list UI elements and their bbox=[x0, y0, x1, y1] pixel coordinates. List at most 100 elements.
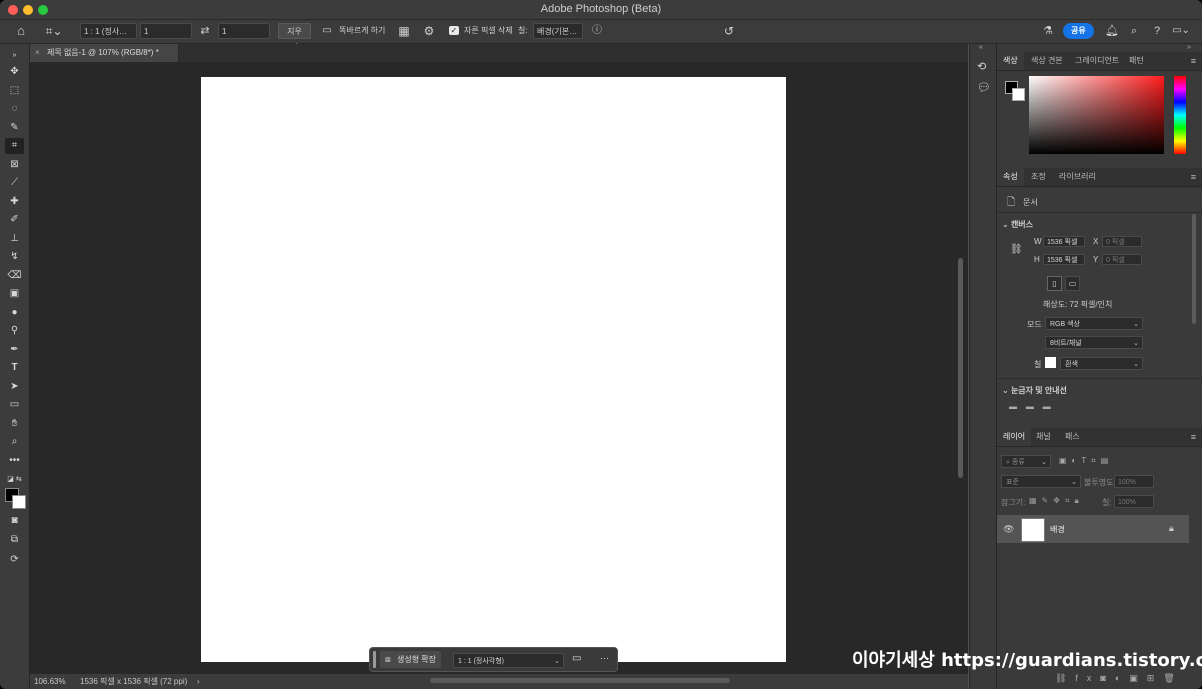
reset-icon[interactable]: ↺ bbox=[722, 23, 736, 39]
properties-scrollbar[interactable] bbox=[1192, 214, 1196, 324]
taskbar-ratio-select[interactable]: 1 : 1 (정사각형) ⌄ bbox=[453, 653, 564, 668]
drag-handle[interactable] bbox=[373, 651, 376, 668]
background-color-swatch[interactable] bbox=[12, 495, 26, 509]
generative-icon[interactable]: ⟳ bbox=[5, 552, 24, 568]
marquee-tool-icon[interactable]: ⬚ bbox=[5, 83, 24, 99]
beaker-icon[interactable]: ⚗ bbox=[1041, 23, 1055, 39]
lasso-tool-icon[interactable]: ◌ bbox=[5, 101, 24, 117]
history-panel-icon[interactable]: ⟲ bbox=[977, 60, 986, 73]
grid-overlay-icon[interactable]: ▦ bbox=[397, 23, 411, 39]
canvas-x-input[interactable]: 0 픽셀 bbox=[1102, 236, 1142, 247]
crop-tool-icon[interactable]: ⌗ bbox=[5, 138, 24, 154]
horizontal-scrollbar[interactable] bbox=[430, 678, 730, 683]
hue-slider[interactable] bbox=[1174, 76, 1186, 154]
properties-panel-menu-icon[interactable]: ≡ bbox=[1191, 168, 1196, 186]
quick-mask-icon[interactable]: ◙ bbox=[5, 513, 24, 529]
tab-properties[interactable]: 속성 bbox=[997, 168, 1024, 186]
color-panel-menu-icon[interactable]: ≡ bbox=[1191, 52, 1196, 70]
close-tab-icon[interactable]: × bbox=[35, 44, 40, 62]
canvas-section-header[interactable]: ⌄ 캔버스 bbox=[1002, 219, 1033, 230]
tab-adjustments[interactable]: 조정 bbox=[1025, 168, 1052, 186]
mode-select[interactable]: RGB 색상 ⌄ bbox=[1045, 317, 1143, 330]
type-tool-icon[interactable]: T bbox=[5, 360, 24, 376]
layer-filter-select[interactable]: ⌕ 종류 ⌄ bbox=[1001, 455, 1051, 468]
more-options-icon[interactable]: ··· bbox=[600, 653, 609, 663]
history-brush-tool-icon[interactable]: ↯ bbox=[5, 249, 24, 265]
eraser-tool-icon[interactable]: ⌫ bbox=[5, 268, 24, 284]
tab-paths[interactable]: 패스 bbox=[1059, 428, 1086, 446]
workspace-icon[interactable]: ▭⌄ bbox=[1170, 23, 1192, 39]
generative-expand-button[interactable]: ⧈ 생성형 확장 bbox=[380, 651, 441, 668]
canvas-width-input[interactable]: 1536 픽셀 bbox=[1043, 236, 1085, 247]
landscape-orientation-icon[interactable]: ▭ bbox=[1065, 276, 1080, 291]
lock-icons[interactable]: ▦✎✥⌗🔒︎ bbox=[1029, 496, 1084, 506]
home-icon[interactable]: ⌂ bbox=[12, 23, 30, 39]
quick-selection-tool-icon[interactable]: ✎ bbox=[5, 120, 24, 136]
collapse-tools-icon[interactable]: » bbox=[5, 48, 24, 64]
layer-row[interactable]: 👁︎ 배경 🔒︎ bbox=[997, 515, 1189, 543]
portrait-orientation-icon[interactable]: ▯ bbox=[1047, 276, 1062, 291]
more-tools-icon[interactable]: ••• bbox=[5, 453, 24, 469]
layer-lock-icon[interactable]: 🔒︎ bbox=[1169, 523, 1174, 534]
opacity-input[interactable]: 100% bbox=[1114, 475, 1154, 488]
brush-tool-icon[interactable]: ✐ bbox=[5, 212, 24, 228]
layer-filter-icons[interactable]: ▣◐T⌗▤ bbox=[1059, 456, 1113, 466]
default-colors-icon[interactable]: ◪ ⇆ bbox=[5, 472, 24, 488]
share-button[interactable]: 공유 bbox=[1063, 23, 1094, 39]
straighten-icon[interactable]: ▭ bbox=[572, 653, 581, 664]
delete-cropped-checkbox[interactable]: ✓ bbox=[449, 26, 459, 35]
tab-gradients[interactable]: 그레이디언트 bbox=[1069, 52, 1125, 70]
collapse-panels-icon[interactable]: » bbox=[1187, 44, 1191, 51]
gear-icon[interactable]: ⚙ bbox=[422, 23, 436, 39]
help-icon[interactable]: ? bbox=[1150, 23, 1164, 39]
collapse-strip-icon[interactable]: « bbox=[979, 44, 983, 51]
fill-select[interactable]: 배경(기본… bbox=[533, 23, 583, 39]
path-selection-tool-icon[interactable]: ➤ bbox=[5, 379, 24, 395]
straighten-button[interactable]: 똑바르게 하기 bbox=[339, 23, 385, 39]
zoom-tool-icon[interactable]: ⌕ bbox=[5, 434, 24, 450]
layers-panel-menu-icon[interactable]: ≡ bbox=[1191, 428, 1196, 446]
blur-tool-icon[interactable]: ● bbox=[5, 305, 24, 321]
bit-depth-select[interactable]: 8비트/채널 ⌄ bbox=[1045, 336, 1143, 349]
clone-stamp-tool-icon[interactable]: ⊥ bbox=[5, 231, 24, 247]
screen-mode-icon[interactable]: ⧉ bbox=[5, 532, 24, 548]
dodge-tool-icon[interactable]: ⚲ bbox=[5, 323, 24, 339]
document-canvas[interactable] bbox=[201, 77, 786, 662]
eyedropper-tool-icon[interactable]: ⟋ bbox=[5, 175, 24, 191]
zoom-level[interactable]: 106.63% bbox=[34, 674, 66, 689]
comments-panel-icon[interactable]: 💬︎ bbox=[977, 81, 991, 94]
height-ratio-input[interactable]: 1 bbox=[218, 23, 270, 39]
layer-action-icons[interactable]: ⛓fx◙◐▣⊞🗑︎ bbox=[1055, 673, 1184, 684]
tab-libraries[interactable]: 라이브러리 bbox=[1053, 168, 1102, 186]
color-field[interactable] bbox=[1029, 76, 1164, 154]
crop-tool-preset-icon[interactable]: ⌗⌄ bbox=[40, 23, 68, 39]
tab-layers[interactable]: 레이어 bbox=[997, 428, 1032, 446]
status-menu-arrow[interactable]: › bbox=[197, 674, 200, 689]
tab-color[interactable]: 색상 bbox=[997, 52, 1024, 70]
frame-tool-icon[interactable]: ⊠ bbox=[5, 157, 24, 173]
move-tool-icon[interactable]: ✥ bbox=[5, 64, 24, 80]
ruler-options-icons[interactable]: ▬ ▬ ▬ bbox=[1009, 402, 1051, 411]
bell-icon[interactable]: 🔔︎ bbox=[1105, 23, 1119, 39]
tab-swatches[interactable]: 색상 견본 bbox=[1025, 52, 1069, 70]
tab-patterns[interactable]: 패턴 bbox=[1123, 52, 1150, 70]
layer-fill-input[interactable]: 100% bbox=[1114, 495, 1154, 508]
canvas-y-input[interactable]: 0 픽셀 bbox=[1102, 254, 1142, 265]
canvas-height-input[interactable]: 1536 픽셀 bbox=[1043, 254, 1085, 265]
pen-tool-icon[interactable]: ✒ bbox=[5, 342, 24, 358]
blend-mode-select[interactable]: 표준 ⌄ bbox=[1001, 475, 1081, 488]
layer-name[interactable]: 배경 bbox=[1050, 524, 1065, 535]
bg-color-chip[interactable] bbox=[1012, 88, 1025, 101]
canvas-fill-swatch[interactable] bbox=[1045, 357, 1056, 368]
healing-brush-tool-icon[interactable]: ✚ bbox=[5, 194, 24, 210]
ratio-select[interactable]: 1 : 1 (정사… bbox=[80, 23, 137, 39]
rulers-section-header[interactable]: ⌄ 눈금자 및 안내선 bbox=[1002, 385, 1067, 396]
rectangle-tool-icon[interactable]: ▭ bbox=[5, 397, 24, 413]
gradient-tool-icon[interactable]: ▣ bbox=[5, 286, 24, 302]
hand-tool-icon[interactable]: ✋︎ bbox=[5, 416, 24, 432]
link-icon[interactable]: ⛓︎ bbox=[1010, 244, 1023, 255]
eye-icon[interactable]: 👁︎ bbox=[1003, 524, 1014, 535]
document-tab[interactable]: × 제목 없음-1 @ 107% (RGB/8*) * bbox=[30, 44, 179, 62]
search-icon[interactable]: ⌕ bbox=[1127, 23, 1141, 39]
tab-channels[interactable]: 채널 bbox=[1030, 428, 1057, 446]
